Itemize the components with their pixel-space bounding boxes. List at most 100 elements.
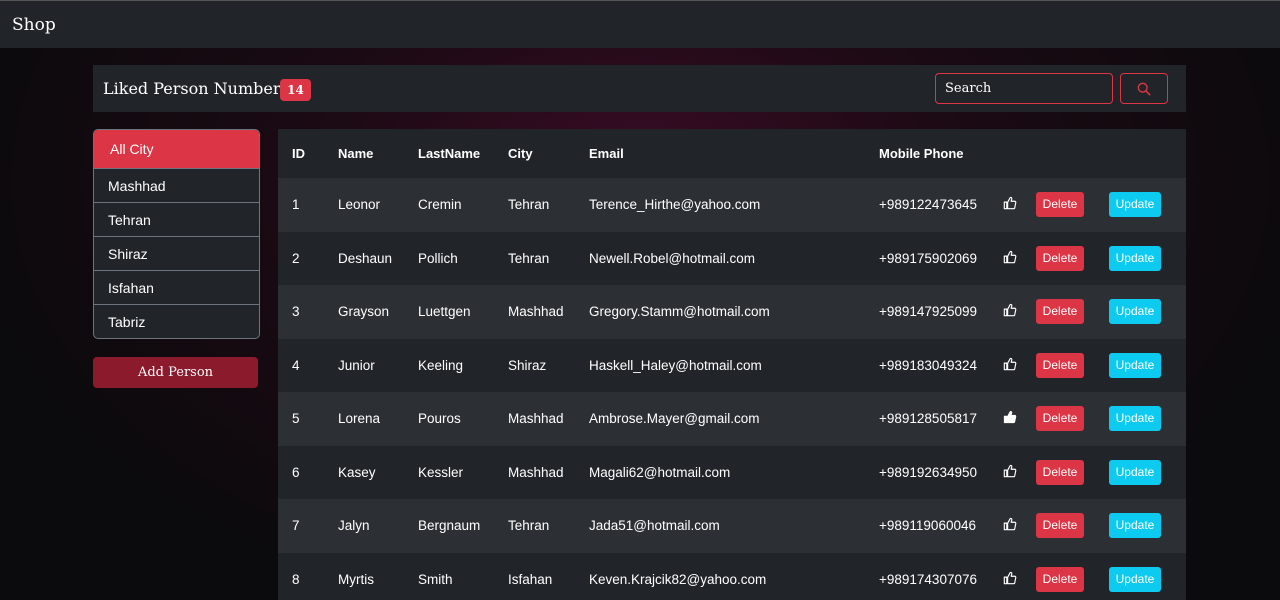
update-button[interactable]: Update bbox=[1109, 299, 1161, 325]
cell-phone: +989128505817 bbox=[879, 411, 977, 427]
cell-lastname: Kessler bbox=[418, 464, 464, 480]
col-lastname: LastName bbox=[418, 146, 481, 161]
delete-button[interactable]: Delete bbox=[1036, 513, 1084, 539]
cell-lastname: Luettgen bbox=[418, 304, 471, 320]
cell-phone: +989119060046 bbox=[879, 518, 976, 534]
table-header-row: ID Name LastName City Email Mobile Phone bbox=[278, 129, 1186, 178]
update-button[interactable]: Update bbox=[1109, 406, 1161, 432]
col-city: City bbox=[508, 146, 533, 161]
cell-id: 8 bbox=[292, 571, 300, 587]
cell-city: Mashhad bbox=[508, 304, 564, 320]
cell-email: Haskell_Haley@hotmail.com bbox=[589, 357, 762, 373]
delete-button[interactable]: Delete bbox=[1036, 192, 1084, 218]
cell-name: Grayson bbox=[338, 304, 390, 320]
cell-lastname: Pollich bbox=[418, 250, 458, 266]
cell-id: 5 bbox=[292, 411, 300, 427]
thumbs-up-icon[interactable] bbox=[1003, 357, 1017, 371]
cell-lastname: Cremin bbox=[418, 197, 462, 213]
thumbs-up-icon[interactable] bbox=[1003, 250, 1017, 264]
update-button[interactable]: Update bbox=[1109, 192, 1161, 218]
city-filter-list: All City Mashhad Tehran Shiraz Isfahan T… bbox=[93, 129, 260, 339]
city-item-mashhad[interactable]: Mashhad bbox=[94, 168, 259, 202]
cell-email: Magali62@hotmail.com bbox=[589, 464, 731, 480]
update-button[interactable]: Update bbox=[1109, 513, 1161, 539]
city-item-isfahan[interactable]: Isfahan bbox=[94, 270, 259, 304]
thumbs-up-icon[interactable] bbox=[1003, 410, 1017, 424]
city-item-shiraz[interactable]: Shiraz bbox=[94, 236, 259, 270]
cell-city: Mashhad bbox=[508, 411, 564, 427]
thumbs-up-icon[interactable] bbox=[1003, 517, 1017, 531]
delete-button[interactable]: Delete bbox=[1036, 406, 1084, 432]
navbar: Shop bbox=[0, 0, 1280, 48]
cell-lastname: Smith bbox=[418, 571, 453, 587]
cell-name: Lorena bbox=[338, 411, 381, 427]
cell-city: Tehran bbox=[508, 250, 550, 266]
table-row: 4 Junior Keeling Shiraz Haskell_Haley@ho… bbox=[278, 338, 1186, 392]
search-input[interactable] bbox=[935, 73, 1113, 104]
table-row: 8 Myrtis Smith Isfahan Keven.Krajcik82@y… bbox=[278, 552, 1186, 600]
liked-person-label: Liked Person Number : bbox=[103, 79, 291, 98]
city-item-tabriz[interactable]: Tabriz bbox=[94, 304, 259, 338]
delete-button[interactable]: Delete bbox=[1036, 299, 1084, 325]
cell-id: 7 bbox=[292, 518, 300, 534]
cell-phone: +989183049324 bbox=[879, 357, 977, 373]
cell-lastname: Bergnaum bbox=[418, 518, 481, 534]
col-id: ID bbox=[292, 146, 305, 161]
update-button[interactable]: Update bbox=[1109, 245, 1161, 271]
cell-lastname: Keeling bbox=[418, 357, 464, 373]
cell-phone: +989122473645 bbox=[879, 197, 977, 213]
thumbs-up-icon[interactable] bbox=[1003, 464, 1017, 478]
cell-id: 3 bbox=[292, 304, 300, 320]
table-row: 6 Kasey Kessler Mashhad Magali62@hotmail… bbox=[278, 445, 1186, 499]
search-button[interactable] bbox=[1120, 73, 1168, 104]
cell-email: Ambrose.Mayer@gmail.com bbox=[589, 411, 760, 427]
cell-email: Newell.Robel@hotmail.com bbox=[589, 250, 756, 266]
cell-city: Isfahan bbox=[508, 571, 553, 587]
update-button[interactable]: Update bbox=[1109, 566, 1161, 592]
city-item-tehran[interactable]: Tehran bbox=[94, 202, 259, 236]
cell-id: 4 bbox=[292, 357, 300, 373]
table-row: 1 Leonor Cremin Tehran Terence_Hirthe@ya… bbox=[278, 178, 1186, 232]
cell-id: 1 bbox=[292, 197, 300, 213]
thumbs-up-icon[interactable] bbox=[1003, 196, 1017, 210]
update-button[interactable]: Update bbox=[1109, 352, 1161, 378]
liked-count-badge: 14 bbox=[280, 79, 311, 101]
cell-phone: +989192634950 bbox=[879, 464, 977, 480]
cell-city: Mashhad bbox=[508, 464, 564, 480]
city-item-all[interactable]: All City bbox=[94, 130, 259, 168]
cell-name: Leonor bbox=[338, 197, 381, 213]
cell-id: 2 bbox=[292, 250, 300, 266]
update-button[interactable]: Update bbox=[1109, 459, 1161, 485]
table-row: 3 Grayson Luettgen Mashhad Gregory.Stamm… bbox=[278, 285, 1186, 339]
people-table: ID Name LastName City Email Mobile Phone… bbox=[278, 129, 1186, 600]
brand[interactable]: Shop bbox=[12, 15, 56, 35]
liked-bar: Liked Person Number : 14 bbox=[93, 65, 1186, 112]
search-icon bbox=[1137, 82, 1151, 95]
col-name: Name bbox=[338, 146, 374, 161]
delete-button[interactable]: Delete bbox=[1036, 352, 1084, 378]
cell-city: Tehran bbox=[508, 197, 550, 213]
delete-button[interactable]: Delete bbox=[1036, 245, 1084, 271]
cell-phone: +989175902069 bbox=[879, 250, 977, 266]
cell-email: Gregory.Stamm@hotmail.com bbox=[589, 304, 770, 320]
cell-name: Myrtis bbox=[338, 571, 374, 587]
col-email: Email bbox=[589, 146, 624, 161]
cell-name: Jalyn bbox=[338, 518, 370, 534]
add-person-button[interactable]: Add Person bbox=[93, 357, 258, 388]
cell-email: Keven.Krajcik82@yahoo.com bbox=[589, 571, 767, 587]
cell-name: Deshaun bbox=[338, 250, 393, 266]
table-row: 5 Lorena Pouros Mashhad Ambrose.Mayer@gm… bbox=[278, 392, 1186, 446]
delete-button[interactable]: Delete bbox=[1036, 459, 1084, 485]
cell-phone: +989174307076 bbox=[879, 571, 977, 587]
cell-id: 6 bbox=[292, 464, 300, 480]
table-row: 2 Deshaun Pollich Tehran Newell.Robel@ho… bbox=[278, 231, 1186, 285]
table-row: 7 Jalyn Bergnaum Tehran Jada51@hotmail.c… bbox=[278, 499, 1186, 553]
cell-name: Junior bbox=[338, 357, 375, 373]
delete-button[interactable]: Delete bbox=[1036, 566, 1084, 592]
cell-city: Shiraz bbox=[508, 357, 547, 373]
cell-name: Kasey bbox=[338, 464, 376, 480]
thumbs-up-icon[interactable] bbox=[1003, 571, 1017, 585]
thumbs-up-icon[interactable] bbox=[1003, 303, 1017, 317]
cell-phone: +989147925099 bbox=[879, 304, 977, 320]
cell-email: Terence_Hirthe@yahoo.com bbox=[589, 197, 761, 213]
